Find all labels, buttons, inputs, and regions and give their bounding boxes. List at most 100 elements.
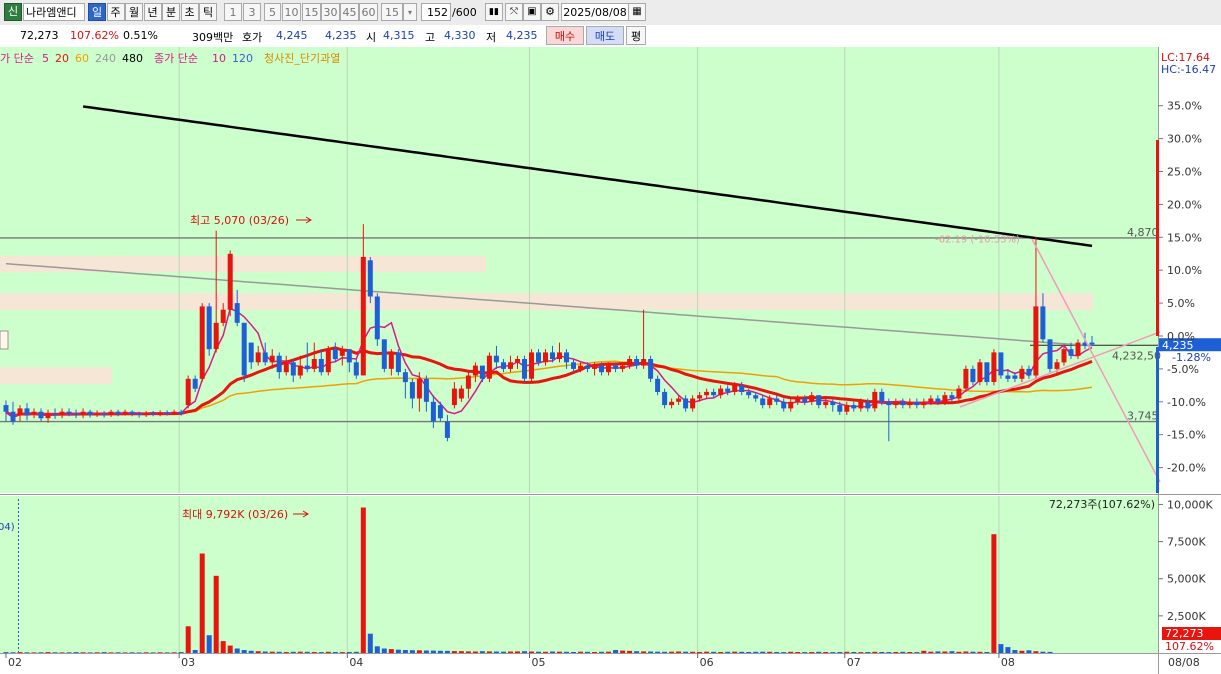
candle-body xyxy=(269,355,275,363)
candle-body xyxy=(634,359,640,366)
volume-bar xyxy=(262,651,268,653)
candle-body xyxy=(108,411,114,415)
volume-bar xyxy=(437,650,443,653)
volume-bar xyxy=(725,651,731,653)
candle-body xyxy=(416,378,422,399)
candle-body xyxy=(977,362,983,382)
candle-body xyxy=(248,342,254,363)
price-volume-chart[interactable]: 4,870 4,232,50 3,745 최고 5,070 (03/26) 최대 9,… xyxy=(0,47,1221,674)
candle-body xyxy=(157,412,163,415)
volume-bar xyxy=(171,652,177,653)
candle-body xyxy=(795,398,801,402)
save-icon[interactable]: ▣ xyxy=(523,3,541,21)
interval-15-button[interactable]: 15 xyxy=(302,3,321,21)
candle-body xyxy=(213,322,219,350)
period-1-button[interactable]: 주 xyxy=(106,3,125,21)
gear-icon[interactable]: ⚙ xyxy=(541,3,559,21)
date-field[interactable]: 2025/08/08 xyxy=(561,3,629,21)
volume-bar xyxy=(311,652,317,653)
eval-button[interactable]: 평 xyxy=(626,26,646,45)
volume-bar xyxy=(977,651,983,653)
buy-button[interactable]: 매수 xyxy=(546,26,584,45)
candle-body xyxy=(353,362,359,376)
candle-body xyxy=(900,401,906,406)
calendar-icon[interactable]: ▦ xyxy=(628,3,646,21)
price-tick-label: -20.0% xyxy=(1167,462,1206,475)
interval-select[interactable]: 15 xyxy=(381,3,403,21)
candle-body xyxy=(914,401,920,406)
volume-bar xyxy=(31,652,37,653)
period-5-button[interactable]: 초 xyxy=(180,3,199,21)
interval-45-button[interactable]: 45 xyxy=(340,3,359,21)
candle-body xyxy=(998,352,1004,376)
interval-10-button[interactable]: 10 xyxy=(282,3,301,21)
volume-bar xyxy=(613,650,619,653)
candle-body xyxy=(823,401,829,406)
candle-body xyxy=(1047,339,1053,369)
volume-bar xyxy=(753,651,759,653)
volume-bar xyxy=(564,651,569,653)
candle-body xyxy=(949,395,955,399)
period-6-button[interactable]: 틱 xyxy=(199,3,217,21)
volume-bar xyxy=(690,651,696,653)
candle-body xyxy=(970,368,976,383)
period-3-button[interactable]: 년 xyxy=(143,3,162,21)
interval-3-button[interactable]: 3 xyxy=(243,3,261,21)
volume-bar xyxy=(395,649,401,653)
hc-label: HC:-16.47 xyxy=(1161,63,1216,76)
count-input[interactable]: 152 xyxy=(421,3,451,21)
candle-body xyxy=(136,413,142,415)
volume-bar xyxy=(150,652,156,653)
volume-bar xyxy=(45,652,51,653)
sell-button[interactable]: 매도 xyxy=(586,26,624,45)
candle-body xyxy=(255,352,261,363)
line-type-icon[interactable]: ⤲ xyxy=(505,3,523,21)
candle-body xyxy=(199,306,205,379)
candle-body xyxy=(830,401,836,406)
interval-60-button[interactable]: 60 xyxy=(359,3,378,21)
candle-body xyxy=(557,352,562,359)
candle-body xyxy=(192,378,198,389)
candle-body xyxy=(178,411,184,414)
period-4-button[interactable]: 분 xyxy=(162,3,180,21)
volume-bar xyxy=(3,652,9,653)
volume-bar xyxy=(52,652,58,653)
level-high-label: 4,870 xyxy=(1127,226,1159,239)
candle-body xyxy=(522,359,527,379)
trend-note-label: -62.19 (-10.53%) xyxy=(935,235,1020,246)
volume-bar xyxy=(676,651,682,653)
volume-bar xyxy=(522,651,527,653)
volume-bar xyxy=(711,651,717,653)
interval-1-button[interactable]: 1 xyxy=(224,3,242,21)
volume-bar xyxy=(837,652,843,653)
stock-name-field[interactable]: 나라엠앤디 xyxy=(23,3,85,21)
candle-body xyxy=(283,362,289,373)
volume-bar xyxy=(381,648,387,653)
candle-body xyxy=(844,405,850,412)
volume-bar xyxy=(578,651,583,653)
period-0-button[interactable]: 일 xyxy=(88,3,106,21)
candle-body xyxy=(613,365,619,369)
volume-bar xyxy=(641,651,647,653)
candle-body xyxy=(150,413,156,415)
candle-body xyxy=(662,391,668,406)
candle-body xyxy=(45,413,51,419)
interval-5-button[interactable]: 5 xyxy=(264,3,281,21)
interval-dropdown-icon[interactable]: ▾ xyxy=(403,3,417,21)
candle-body xyxy=(571,362,576,369)
volume-bar xyxy=(914,652,920,653)
volume-bar xyxy=(928,651,934,653)
volume-bar xyxy=(963,651,969,653)
volume-bar xyxy=(24,652,30,653)
volume-bar xyxy=(984,652,990,653)
volume-bar xyxy=(1047,651,1053,653)
volume-bar xyxy=(185,626,191,653)
candle-body xyxy=(816,395,822,406)
candle-body xyxy=(550,352,555,359)
interval-30-button[interactable]: 30 xyxy=(321,3,340,21)
volume-bar xyxy=(290,651,296,653)
legend-ma-240: 240 xyxy=(95,52,116,65)
legend-signal: 청사진_단기과열 xyxy=(264,52,340,65)
candle-type-icon[interactable]: ▮▮ xyxy=(485,3,503,21)
period-2-button[interactable]: 월 xyxy=(125,3,143,21)
